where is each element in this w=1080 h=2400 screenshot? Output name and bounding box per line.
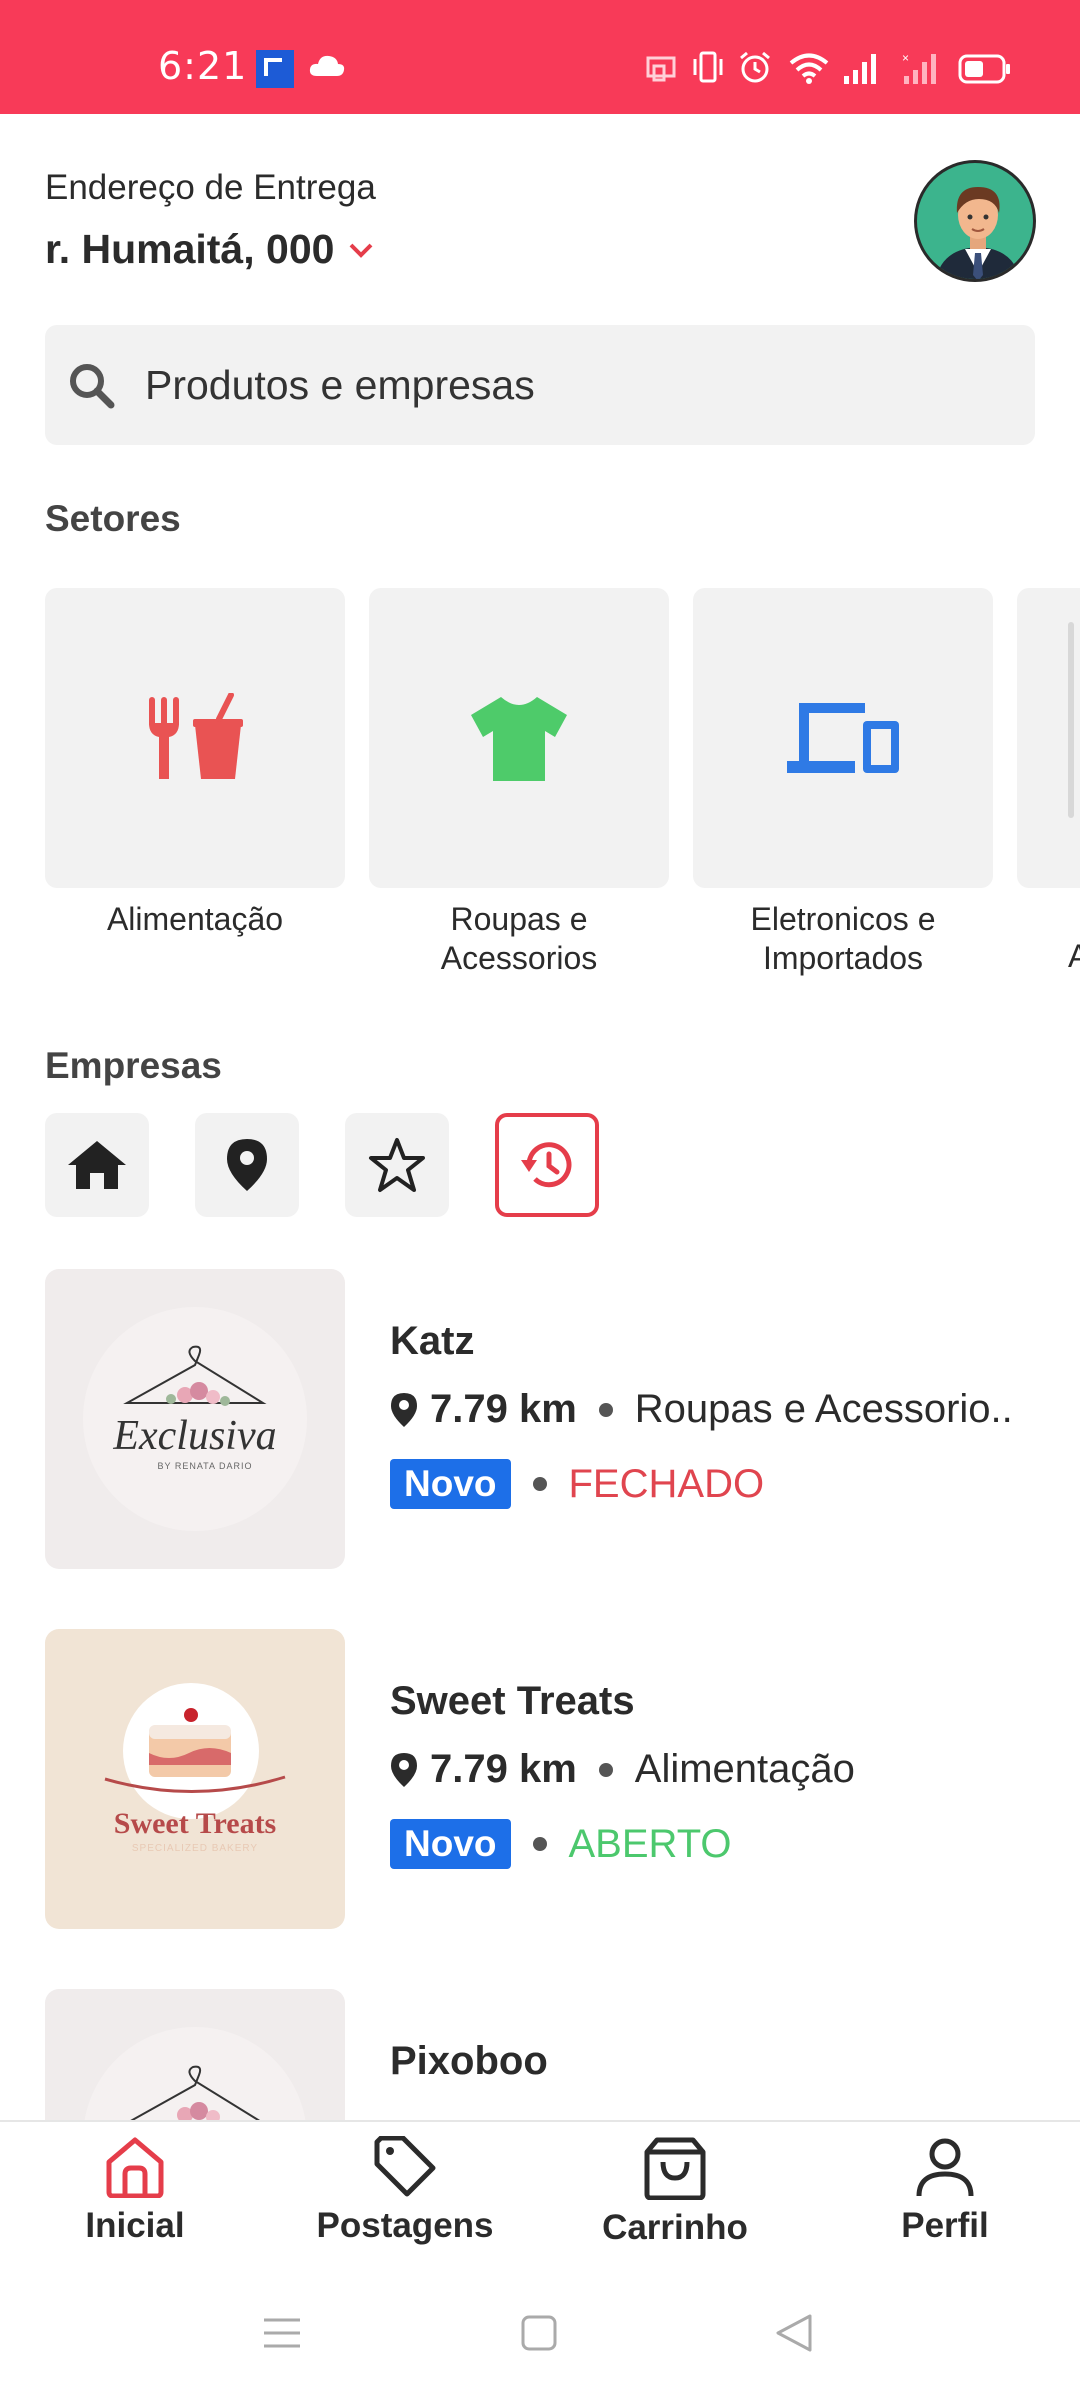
signal-no-service-icon: × bbox=[902, 52, 936, 84]
cloud-icon bbox=[309, 55, 345, 76]
sector-icon-box bbox=[693, 588, 993, 888]
delivery-address-selector[interactable]: r. Humaitá, 000 bbox=[45, 226, 374, 273]
company-card-sweet-treats[interactable]: Sweet Treats SPECIALIZED BAKERY Sweet Tr… bbox=[45, 1629, 1080, 1929]
sector-card-food[interactable]: Alimentação bbox=[45, 588, 345, 939]
user-avatar-illustration-icon bbox=[936, 187, 1020, 279]
sectors-title: Setores bbox=[45, 498, 181, 539]
shopping-bag-icon bbox=[644, 2137, 706, 2200]
delivery-address-value: r. Humaitá, 000 bbox=[45, 226, 335, 272]
filter-location-button[interactable] bbox=[195, 1113, 299, 1217]
location-pin-icon bbox=[391, 1752, 417, 1787]
food-drink-icon bbox=[149, 693, 243, 779]
user-icon bbox=[916, 2138, 974, 2197]
nav-label: Postagens bbox=[316, 2206, 494, 2245]
devices-icon bbox=[787, 703, 899, 773]
company-distance: 7.79 km bbox=[430, 1387, 577, 1431]
company-meta: 7.79 km Alimentação bbox=[390, 1747, 855, 1792]
location-pin-icon bbox=[391, 1392, 417, 1427]
company-card-katz[interactable]: Exclusiva BY RENATA DARIO Katz 7.79 km R… bbox=[45, 1269, 1080, 1569]
filter-favorites-button[interactable] bbox=[345, 1113, 449, 1217]
svg-text:BY RENATA DARIO: BY RENATA DARIO bbox=[157, 1461, 252, 1471]
nav-item-cart[interactable]: Carrinho bbox=[565, 2136, 785, 2248]
company-category: Roupas e Acessorio.. bbox=[634, 1387, 1013, 1431]
sector-card-electronics[interactable]: Eletronicos e Importados bbox=[693, 588, 993, 978]
svg-text:Sweet Treats: Sweet Treats bbox=[114, 1807, 276, 1840]
sector-icon-box bbox=[45, 588, 345, 888]
company-category: Alimentação bbox=[634, 1747, 855, 1791]
app-notification-icon bbox=[256, 50, 294, 88]
separator-dot bbox=[532, 1837, 547, 1851]
nav-label: Carrinho bbox=[602, 2208, 748, 2247]
location-pin-icon bbox=[227, 1139, 267, 1191]
exclusiva-logo-icon: Exclusiva BY RENATA DARIO bbox=[83, 1307, 307, 1531]
svg-text:SPECIALIZED BAKERY: SPECIALIZED BAKERY bbox=[132, 1843, 258, 1854]
separator-dot bbox=[598, 1762, 613, 1777]
wifi-icon bbox=[789, 53, 829, 84]
company-status-row: Novo ABERTO bbox=[390, 1819, 732, 1869]
nav-label: Perfil bbox=[901, 2206, 989, 2245]
nav-item-profile[interactable]: Perfil bbox=[835, 2136, 1055, 2246]
separator-dot bbox=[598, 1402, 613, 1417]
horizontal-scroll-indicator bbox=[1068, 622, 1074, 818]
home-square-icon[interactable] bbox=[520, 2314, 558, 2352]
company-name: Pixoboo bbox=[390, 2039, 548, 2083]
sweet-treats-logo-icon: Sweet Treats SPECIALIZED BAKERY bbox=[104, 1683, 286, 1854]
sector-label: Eletronicos e Importados bbox=[750, 901, 936, 976]
menu-icon[interactable] bbox=[262, 2316, 302, 2350]
delivery-address-label: Endereço de Entrega bbox=[45, 168, 376, 207]
sector-label: Alimentação bbox=[106, 901, 284, 937]
company-distance: 7.79 km bbox=[430, 1747, 577, 1791]
star-icon bbox=[369, 1138, 425, 1192]
bottom-navigation: Inicial Postagens Carrinho Perfil bbox=[0, 2120, 1080, 2270]
new-badge: Novo bbox=[390, 1459, 511, 1509]
tshirt-icon bbox=[471, 697, 567, 781]
home-outline-icon bbox=[106, 2137, 164, 2198]
chevron-down-icon bbox=[350, 243, 373, 258]
search-input[interactable] bbox=[145, 325, 1005, 445]
alarm-icon bbox=[740, 51, 770, 83]
home-icon bbox=[68, 1141, 126, 1189]
new-badge: Novo bbox=[390, 1819, 511, 1869]
sector-icon-box bbox=[369, 588, 669, 888]
company-name: Sweet Treats bbox=[390, 1679, 635, 1723]
companies-title: Empresas bbox=[45, 1045, 222, 1086]
status-badge: ABERTO bbox=[568, 1821, 732, 1866]
nav-item-posts[interactable]: Postagens bbox=[295, 2136, 515, 2246]
battery-icon bbox=[958, 54, 1010, 84]
nav-item-home[interactable]: Inicial bbox=[25, 2136, 245, 2246]
status-bar: 6:21 × bbox=[0, 0, 1080, 114]
company-status-row: Novo FECHADO bbox=[390, 1459, 764, 1509]
filter-history-button[interactable] bbox=[495, 1113, 599, 1217]
company-logo: Exclusiva BY RENATA DARIO bbox=[45, 1269, 345, 1569]
company-name: Katz bbox=[390, 1319, 475, 1363]
company-meta: 7.79 km Roupas e Acessorio.. bbox=[390, 1387, 1013, 1432]
nav-label: Inicial bbox=[85, 2206, 185, 2245]
search-bar[interactable] bbox=[45, 325, 1035, 445]
history-icon bbox=[521, 1142, 572, 1188]
svg-text:×: × bbox=[902, 52, 909, 65]
screen-cast-icon bbox=[646, 56, 676, 82]
sector-label-partial: A bbox=[1068, 938, 1080, 974]
filter-home-button[interactable] bbox=[45, 1113, 149, 1217]
company-logo: Sweet Treats SPECIALIZED BAKERY bbox=[45, 1629, 345, 1929]
back-triangle-icon[interactable] bbox=[774, 2312, 814, 2354]
status-time: 6:21 bbox=[158, 44, 248, 88]
system-navigation-bar bbox=[0, 2270, 1080, 2400]
status-badge: FECHADO bbox=[568, 1461, 765, 1506]
avatar[interactable] bbox=[914, 160, 1036, 282]
sector-card-clothing[interactable]: Roupas e Acessorios bbox=[369, 588, 669, 978]
signal-icon bbox=[844, 54, 876, 84]
vibrate-icon bbox=[693, 51, 723, 83]
search-icon bbox=[70, 364, 115, 409]
separator-dot bbox=[532, 1477, 547, 1491]
tag-icon bbox=[374, 2136, 436, 2197]
sector-label: Roupas e Acessorios bbox=[440, 901, 598, 976]
svg-text:Exclusiva: Exclusiva bbox=[112, 1413, 276, 1459]
